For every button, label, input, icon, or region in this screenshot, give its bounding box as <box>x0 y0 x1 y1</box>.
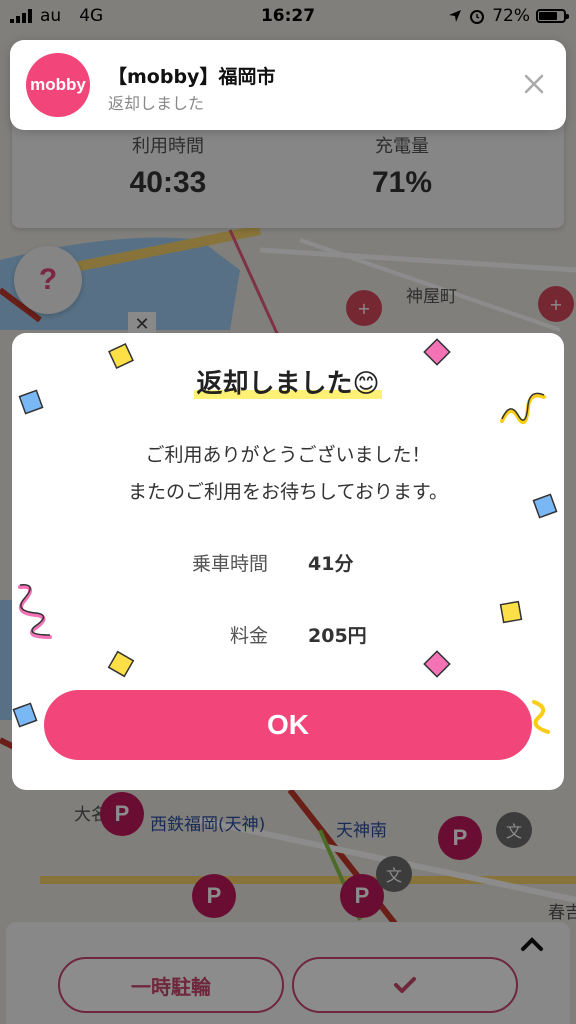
push-notification[interactable]: mobby 【mobby】福岡市 返却しました <box>10 40 566 130</box>
dialog-message: ご利用ありがとうございました！ またのご利用をお待ちしております。 <box>12 437 564 511</box>
battery-percent: 72% <box>492 6 530 26</box>
status-bar: au 4G 16:27 72% <box>0 0 576 34</box>
dialog-title: 返却しました😊 <box>12 363 564 400</box>
alarm-icon <box>470 10 485 24</box>
confetti-icon <box>108 343 134 369</box>
confetti-icon <box>423 650 451 678</box>
ride-time-value: 41分 <box>308 553 354 575</box>
ride-time-row: 乗車時間 41分 <box>12 549 564 579</box>
location-icon <box>449 10 462 22</box>
dialog-title-text: 返却しました <box>196 369 353 399</box>
confetti-icon <box>18 389 44 415</box>
fee-row: 料金 205円 <box>12 621 564 651</box>
smile-emoji-icon: 😊 <box>352 369 380 399</box>
fee-label: 料金 <box>229 625 268 647</box>
return-complete-dialog: 返却しました😊 ご利用ありがとうございました！ またのご利用をお待ちしております… <box>12 333 564 790</box>
ok-button[interactable]: OK <box>44 690 532 760</box>
notification-title: 【mobby】福岡市 <box>108 66 276 88</box>
squiggle-icon <box>500 392 546 425</box>
confetti-icon <box>423 338 451 366</box>
squiggle-icon <box>532 700 550 734</box>
fee-value: 205円 <box>308 625 367 647</box>
squiggle-icon <box>18 584 52 639</box>
ride-time-label: 乗車時間 <box>191 553 268 575</box>
confetti-icon <box>532 493 558 519</box>
confetti-icon <box>12 702 38 728</box>
confetti-icon <box>107 650 135 678</box>
message-line-2: またのご利用をお待ちしております。 <box>128 481 448 503</box>
app-screen: 神屋町 西鉄福岡(天神) 天神南 大名 春吉 + + P P P P 文 文 利… <box>0 0 576 1024</box>
battery-icon <box>536 9 569 23</box>
confetti-icon <box>499 600 523 624</box>
mobby-logo: mobby <box>26 53 90 117</box>
close-icon[interactable] <box>522 72 546 96</box>
notification-body: 返却しました <box>108 94 205 113</box>
message-line-1: ご利用ありがとうございました！ <box>145 444 431 466</box>
